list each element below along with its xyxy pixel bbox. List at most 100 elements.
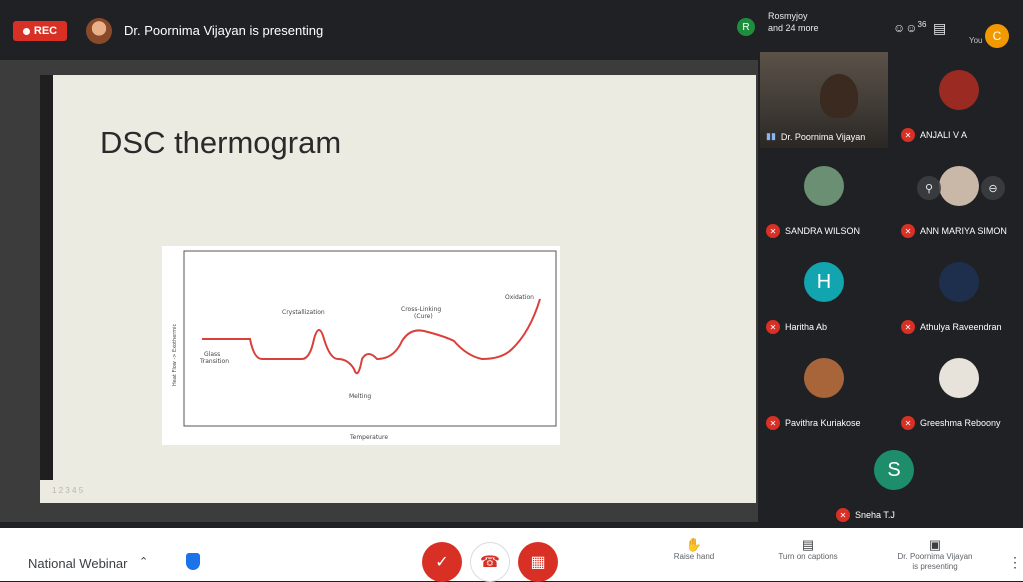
people-count: 36	[917, 20, 927, 29]
participant-name-row: ✕ Greeshma Reboony	[901, 416, 1001, 430]
mic-off-icon: ✕	[901, 416, 915, 430]
people-icon: ☺☺	[893, 21, 918, 35]
present-icon: ▣	[928, 537, 942, 552]
participant-name-row: ▮▮ Dr. Poornima Vijayan	[766, 131, 865, 142]
label-melting: Melting	[349, 393, 371, 400]
chevron-up-icon[interactable]: ⌃	[139, 555, 148, 568]
label-oxidation: Oxidation	[505, 294, 534, 301]
participant-name: Pavithra Kuriakose	[785, 418, 861, 428]
participant-tile-ann-mariya[interactable]: ⚲ ⊖ ✕ ANN MARIYA SIMON	[895, 148, 1023, 244]
participant-tile-pavithra[interactable]: ✕ Pavithra Kuriakose	[760, 340, 888, 436]
x-axis-label: Temperature	[349, 434, 388, 441]
participant-avatar	[939, 70, 979, 111]
recording-badge: REC	[13, 21, 67, 41]
remove-icon[interactable]: ⊖	[981, 176, 1005, 200]
participant-name-row: ✕ SANDRA WILSON	[766, 224, 860, 238]
label-cross-linking-2: (Cure)	[414, 313, 433, 320]
viewers-summary[interactable]: Rosmyjoy and 24 more	[768, 10, 819, 34]
tile-hover-controls: ⚲ ⊖	[917, 176, 1005, 200]
label-glass-transition-1: Glass	[204, 351, 220, 358]
participant-name-row: ✕ ANN MARIYA SIMON	[901, 224, 1007, 238]
participant-tile-athulya[interactable]: ✕ Athulya Raveendran	[895, 244, 1023, 340]
presenting-line2: is presenting	[912, 562, 958, 571]
mic-off-icon: ✕	[766, 224, 780, 238]
participant-tile-haritha[interactable]: H ✕ Haritha Ab	[760, 244, 888, 340]
slide-footer: 1 2 3 4 5	[40, 480, 756, 503]
presenter-figure	[820, 74, 858, 118]
call-end-icon: ☎	[480, 554, 500, 571]
participant-name: ANJALI V A	[920, 130, 968, 140]
slide-title: DSC thermogram	[100, 125, 342, 160]
viewer-name: Rosmyjoy	[768, 11, 808, 21]
rec-label: REC	[33, 25, 58, 37]
record-dot-icon	[22, 27, 30, 35]
participant-avatar	[804, 166, 844, 207]
participant-avatar: S	[874, 450, 914, 491]
shield-icon[interactable]	[186, 553, 200, 570]
participant-tile-sandra[interactable]: ✕ SANDRA WILSON	[760, 148, 888, 244]
self-avatar[interactable]: C	[985, 24, 1009, 48]
participant-name: SANDRA WILSON	[785, 226, 861, 236]
dsc-curve	[202, 298, 541, 375]
dsc-chart: Glass Transition Crystallization Melting…	[162, 246, 560, 445]
participant-tile-greeshma[interactable]: ✕ Greeshma Reboony	[895, 340, 1023, 436]
mic-off-icon: ✕	[901, 224, 915, 238]
raise-hand-label: Raise hand	[673, 552, 715, 561]
more-vert-icon[interactable]: ⋮	[1008, 554, 1022, 571]
viewer-more: and 24 more	[768, 23, 819, 33]
participant-name: Sneha T.J	[855, 510, 895, 520]
y-axis-label: Heat Flow -> Exothermic	[172, 324, 178, 386]
speaking-icon: ▮▮	[766, 131, 776, 141]
participant-avatar	[939, 358, 979, 399]
hand-icon: ✋	[685, 537, 703, 552]
mic-off-icon: ✕	[766, 416, 780, 430]
participant-avatar: H	[804, 262, 844, 303]
presenting-text: Dr. Poornima Vijayan is presenting	[124, 23, 324, 38]
slide-left-bar	[40, 75, 53, 503]
participant-name-row: ✕ Sneha T.J	[836, 508, 895, 522]
dsc-chart-svg: Glass Transition Crystallization Melting…	[172, 250, 557, 441]
participant-name-row: ✕ Athulya Raveendran	[901, 320, 1002, 334]
presenting-line1: Dr. Poornima Vijayan	[897, 552, 973, 561]
captions-button[interactable]: ▤ Turn on captions	[768, 537, 848, 562]
label-cross-linking-1: Cross-Linking	[401, 306, 441, 313]
camera-toggle-button[interactable]: ▦	[518, 542, 558, 582]
raise-hand-button[interactable]: ✋ Raise hand	[668, 537, 720, 562]
mic-off-icon: ✓	[435, 554, 449, 571]
meeting-name[interactable]: National Webinar	[28, 556, 127, 571]
bottom-bar: National Webinar ⌃ ✓ ☎ ▦ ✋ Raise hand ▤ …	[0, 528, 1023, 582]
presenter-avatar	[86, 18, 112, 44]
participant-tile-sneha[interactable]: S ✕ Sneha T.J	[830, 432, 958, 528]
videocam-off-icon: ▦	[530, 554, 546, 571]
captions-label: Turn on captions	[778, 552, 838, 561]
mic-toggle-button[interactable]: ✓	[422, 542, 462, 582]
mic-off-icon: ✕	[766, 320, 780, 334]
participant-name: Haritha Ab	[785, 322, 828, 332]
participant-name-row: ✕ ANJALI V A	[901, 128, 967, 142]
leave-call-button[interactable]: ☎	[470, 542, 510, 582]
label-glass-transition-2: Transition	[199, 358, 229, 365]
mic-off-icon: ✕	[901, 128, 915, 142]
viewer-avatar: R	[737, 18, 755, 36]
slide: DSC thermogram Glass Transition Crystall…	[40, 75, 756, 503]
participant-name-row: ✕ Pavithra Kuriakose	[766, 416, 861, 430]
people-button[interactable]: ☺☺36	[893, 20, 926, 35]
participant-tile-anjali[interactable]: ✕ ANJALI V A	[895, 52, 1023, 148]
participant-name-row: ✕ Haritha Ab	[766, 320, 827, 334]
participant-name: Athulya Raveendran	[920, 322, 1002, 332]
mic-off-icon: ✕	[901, 320, 915, 334]
closed-caption-icon: ▤	[801, 537, 815, 552]
you-label: You	[969, 36, 983, 45]
pin-icon[interactable]: ⚲	[917, 176, 941, 200]
participant-avatar	[939, 262, 979, 303]
participant-tile-presenter[interactable]: ▮▮ Dr. Poornima Vijayan	[760, 52, 888, 148]
participant-name: Dr. Poornima Vijayan	[780, 131, 866, 142]
participant-name: Greeshma Reboony	[920, 418, 1001, 428]
chat-icon: ▤	[933, 20, 947, 36]
presentation-area: DSC thermogram Glass Transition Crystall…	[0, 60, 758, 522]
participant-avatar	[804, 358, 844, 399]
presenting-button[interactable]: ▣ Dr. Poornima Vijayan is presenting	[880, 537, 990, 572]
mic-off-icon: ✕	[836, 508, 850, 522]
chat-button[interactable]: ▤	[933, 20, 946, 37]
label-crystallization: Crystallization	[282, 309, 325, 316]
